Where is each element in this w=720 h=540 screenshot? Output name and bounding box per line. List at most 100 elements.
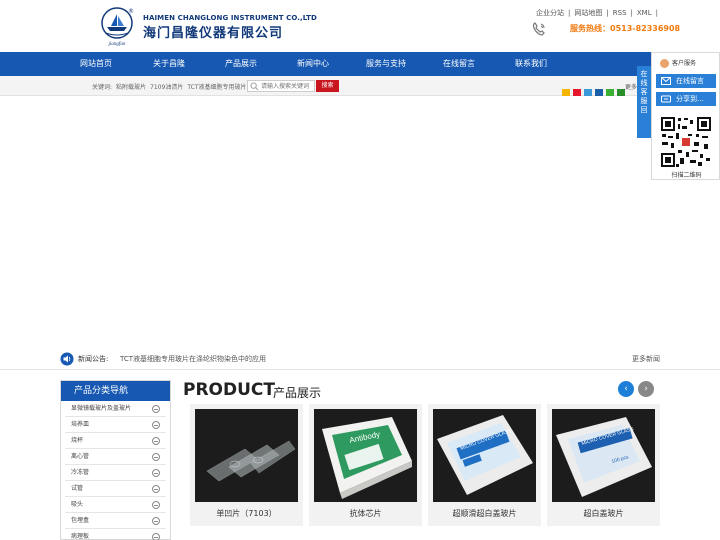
online-message-label: 在线留言 [676,77,704,85]
search-input[interactable] [261,81,314,91]
products-title-en: PRODUCT [183,380,275,400]
keyword-link[interactable]: 7109油渍片 [150,84,183,91]
category-title: 产品分类导航 [61,381,170,401]
keyword-link[interactable]: TCT液基细胞专用玻片 [187,84,246,91]
keyword-link[interactable]: 粘附载玻片 [116,84,146,91]
separator: | [606,9,609,17]
hero-banner [0,96,720,342]
category-label: 吸头 [71,501,84,508]
link-xml[interactable]: XML [635,9,654,17]
search-box [247,80,315,92]
product-card[interactable]: MICRO COVER GLASS 超顺滑超白盖玻片 [428,404,541,526]
more-share-link[interactable]: 更多 [625,82,637,91]
nav-message[interactable]: 在线留言 [443,52,475,76]
category-item[interactable]: 冷冻管 [65,465,166,481]
news-bar: 新闻公告: TCT液基细胞专用玻片在涤纶织物染色中的应用 更多新闻 [0,346,720,370]
nav-home[interactable]: 网站首页 [80,52,112,76]
search-bar: 关键词:粘附载玻片 7109油渍片 TCT液基细胞专用玻片 搜索 更多 [0,76,720,97]
expand-icon[interactable] [152,469,160,477]
product-caption[interactable]: 超白盖玻片 [547,508,660,519]
hotline: 服务热线：0513-82336908 [570,23,680,34]
mail-icon [661,77,671,85]
expand-icon[interactable] [152,485,160,493]
search-icon [250,82,259,91]
product-image-slides[interactable] [195,409,298,502]
link-substation[interactable]: 企业分站 [534,9,566,17]
site-header: jiangfan ® HAIMEN CHANGLONG INSTRUMENT C… [0,0,720,52]
tab-char: 线 [640,79,648,87]
brand-name-cn: 海门昌隆仪器有限公司 [143,26,284,41]
online-service-panel: 客户服务 在线留言 分享到... 扫描二维码 [651,52,720,180]
products-title-cn: 产品展示 [273,386,322,400]
tab-char: 客 [640,88,648,96]
category-item[interactable]: 培养皿 [65,417,166,433]
category-item[interactable]: 吸头 [65,497,166,513]
qr-code-image [660,116,712,168]
category-item[interactable]: 包埋盒 [65,513,166,529]
product-image-cover-glass-white[interactable]: MICRO COVER GLASS 100 pcs [552,409,655,502]
carousel-next-button[interactable]: › [638,381,654,397]
news-headline[interactable]: TCT液基细胞专用玻片在涤纶织物染色中的应用 [120,354,266,364]
category-label: 烧杯 [71,437,84,444]
brand-name-en: HAIMEN CHANGLONG INSTRUMENT CO.,LTD [143,14,317,22]
separator: | [655,9,658,17]
nav-service[interactable]: 服务与支持 [366,52,406,76]
product-image-cover-glass[interactable]: MICRO COVER GLASS [433,409,536,502]
product-image-antibody-chip[interactable]: Antibody [314,409,417,502]
carousel-prev-button[interactable]: ‹ [618,381,634,397]
hotline-number: 0513-82336908 [610,24,681,33]
category-label: 病理板 [71,533,90,540]
product-caption[interactable]: 单凹片（7103） [190,508,303,519]
nav-products[interactable]: 产品展示 [225,52,257,76]
tab-char: 回 [640,106,648,114]
online-service-tab[interactable]: 在 线 客 服 回 [637,66,651,138]
nav-contact[interactable]: 联系我们 [515,52,547,76]
product-card[interactable]: 单凹片（7103） [190,404,303,526]
news-label: 新闻公告: [78,355,109,363]
category-item[interactable]: 烧杯 [65,433,166,449]
link-rss[interactable]: RSS [611,9,629,17]
product-caption[interactable]: 超顺滑超白盖玻片 [428,508,541,519]
more-news-link[interactable]: 更多新闻 [632,354,660,364]
category-sidebar: 产品分类导航 显微镜载玻片及盖玻片 培养皿 烧杯 离心管 冷冻管 试管 吸头 包… [60,380,171,540]
expand-icon[interactable] [152,421,160,429]
qr-caption: 扫描二维码 [671,172,702,179]
tab-char: 在 [640,70,648,78]
category-item[interactable]: 病理板 [65,529,166,540]
category-label: 包埋盒 [71,517,90,524]
avatar-icon [660,59,669,68]
category-label: 冷冻管 [71,469,90,476]
nav-news[interactable]: 新闻中心 [297,52,329,76]
share-icons [562,82,628,97]
category-item[interactable]: 显微镜载玻片及盖玻片 [65,401,166,417]
search-button[interactable]: 搜索 [316,80,339,92]
nav-about[interactable]: 关于昌隆 [153,52,185,76]
keywords-label: 关键词: [92,84,113,91]
category-label: 培养皿 [71,421,90,428]
logo-text: jiangfan [108,42,126,47]
expand-icon[interactable] [152,501,160,509]
expand-icon[interactable] [152,405,160,413]
speaker-icon [60,352,74,366]
online-message-button[interactable]: 在线留言 [656,74,716,88]
product-card[interactable]: MICRO COVER GLASS 100 pcs 超白盖玻片 [547,404,660,526]
category-item[interactable]: 试管 [65,481,166,497]
main-nav: 网站首页 关于昌隆 产品展示 新闻中心 服务与支持 在线留言 联系我们 [0,52,720,76]
customer-service[interactable]: 客户服务 [660,58,696,68]
link-sitemap[interactable]: 网站地图 [572,9,604,17]
product-card[interactable]: Antibody 抗体芯片 [309,404,422,526]
category-label: 显微镜载玻片及盖玻片 [71,405,132,412]
expand-icon[interactable] [152,533,160,540]
category-label: 试管 [71,485,84,492]
share-button[interactable]: 分享到... [656,92,716,106]
phone-icon [532,22,545,36]
expand-icon[interactable] [152,437,160,445]
customer-service-label: 客户服务 [672,60,697,67]
product-caption[interactable]: 抗体芯片 [309,508,422,519]
separator: | [630,9,633,17]
share-icon [661,95,671,103]
expand-icon[interactable] [152,453,160,461]
expand-icon[interactable] [152,517,160,525]
registered-mark: ® [128,8,134,15]
category-item[interactable]: 离心管 [65,449,166,465]
